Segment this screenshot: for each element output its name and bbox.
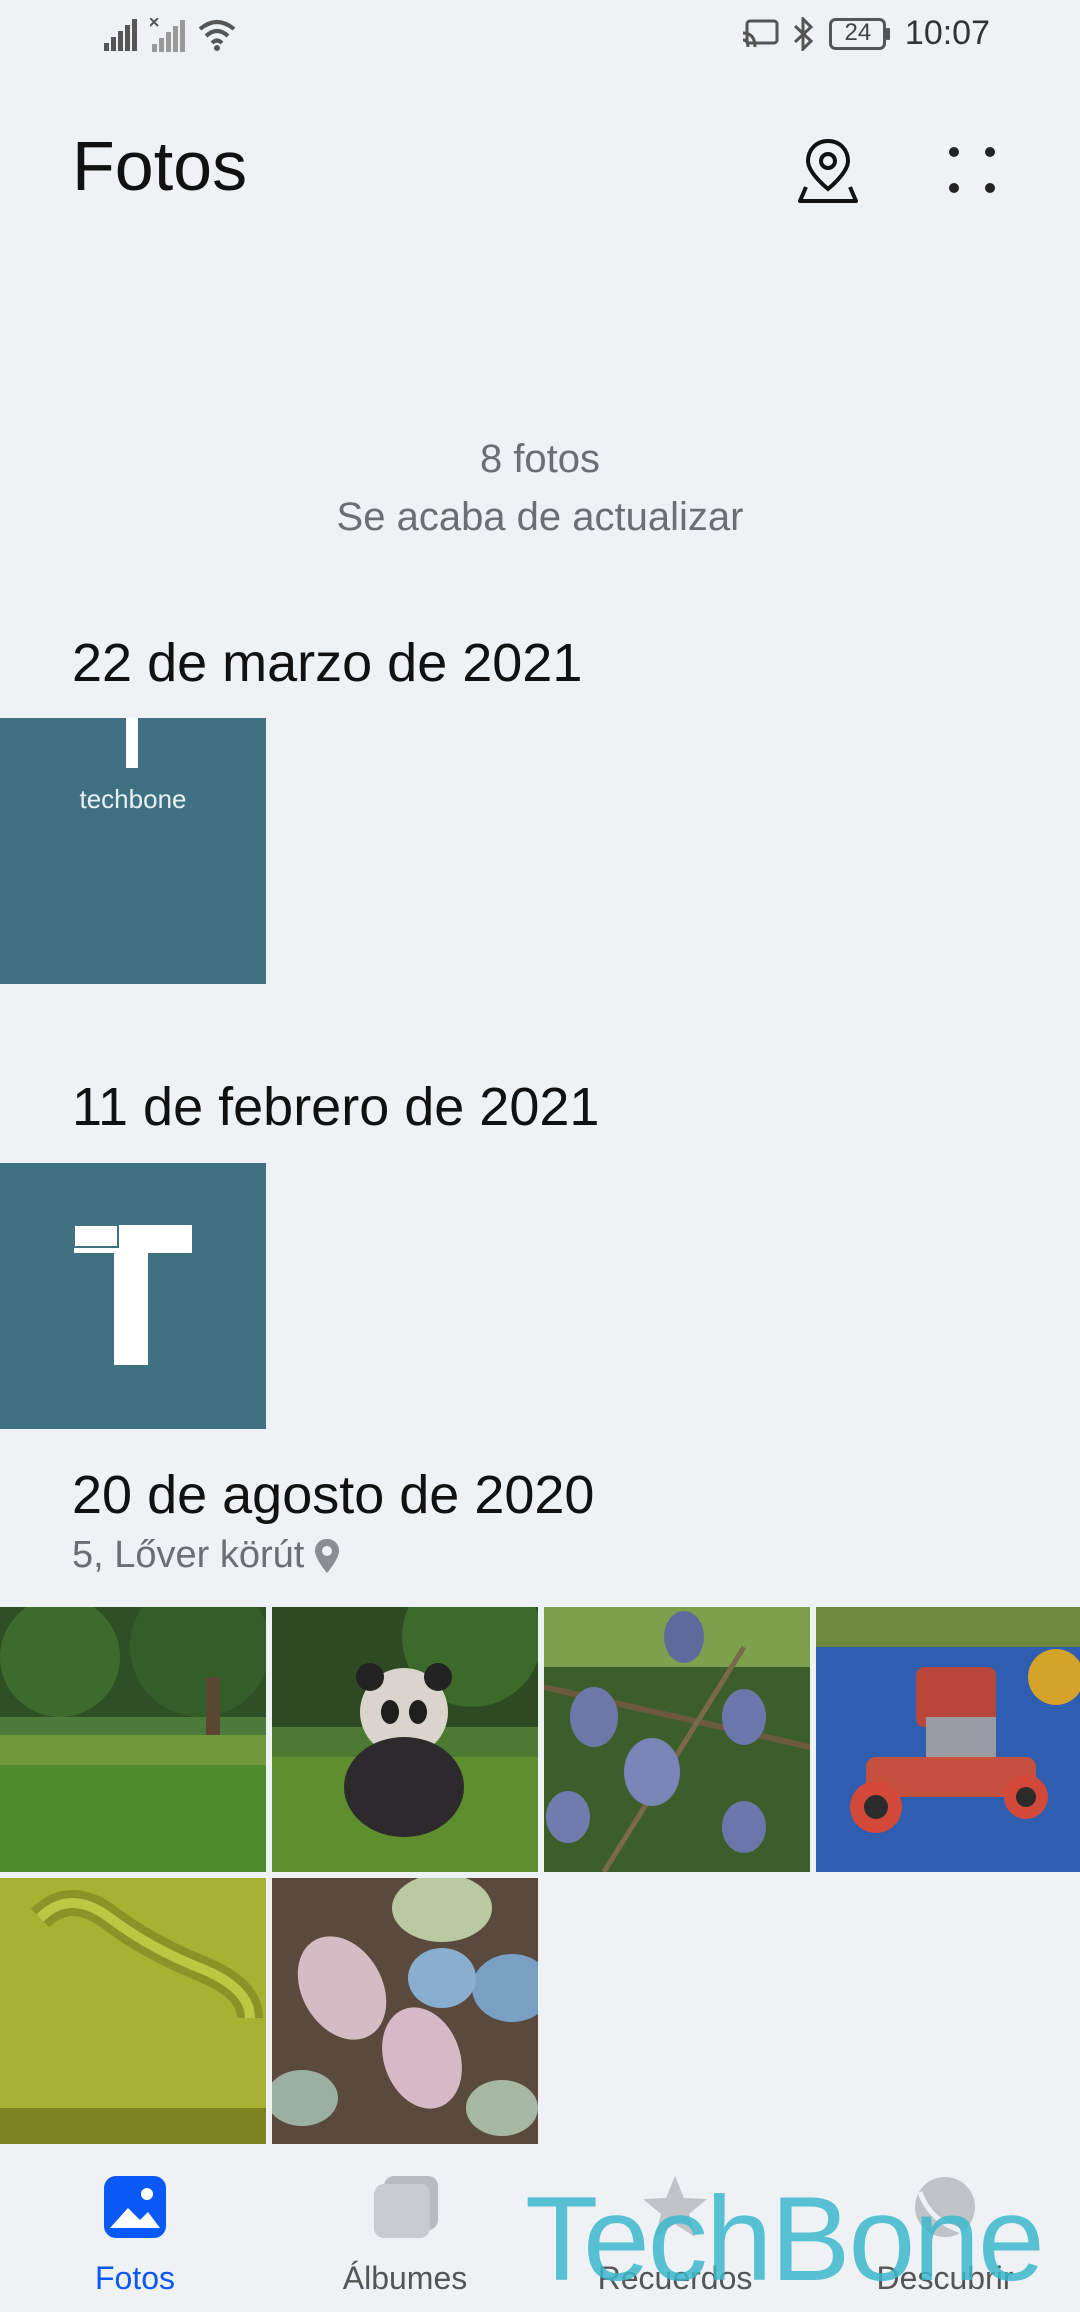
more-dots-icon xyxy=(949,147,995,193)
status-bar: 24 10:07 xyxy=(0,0,1080,80)
bottom-navigation: Fotos Álbumes Recuerdos Descubrir xyxy=(0,2148,1080,2312)
photo-thumbnail[interactable] xyxy=(272,1607,538,1872)
photo-thumbnail[interactable] xyxy=(544,1607,810,1872)
location-text: 5, Lőver körút xyxy=(72,1534,305,1576)
thumbnail-caption: techbone xyxy=(79,784,187,814)
photo-count: 8 fotos xyxy=(479,437,601,481)
tab-label: Fotos xyxy=(94,2260,176,2296)
sync-status: Se acaba de actualizar xyxy=(336,495,744,539)
battery-level: 24 xyxy=(844,18,872,46)
tab-albumes[interactable]: Álbumes xyxy=(270,2148,540,2312)
location-marker-icon xyxy=(315,1538,340,1573)
page-title: Fotos xyxy=(72,127,248,205)
tab-label: Descubrir xyxy=(876,2260,1014,2296)
tab-descubrir[interactable]: Descubrir xyxy=(810,2148,1080,2312)
battery-icon: 24 xyxy=(828,17,891,50)
app-header: Fotos xyxy=(0,100,1080,240)
cast-icon xyxy=(742,19,779,49)
section-location: 5, Lőver körút xyxy=(72,1534,342,1577)
albums-icon xyxy=(374,2176,438,2238)
wifi-icon xyxy=(198,19,236,51)
map-button[interactable] xyxy=(788,130,868,210)
photo-thumbnail[interactable] xyxy=(816,1607,1080,1872)
tab-fotos[interactable]: Fotos xyxy=(0,2148,270,2312)
signal-no-sim-icon xyxy=(150,18,186,52)
photo-thumbnail[interactable]: techbone xyxy=(0,718,266,984)
photo-thumbnail[interactable] xyxy=(0,1163,266,1429)
location-pin-icon xyxy=(798,138,858,203)
tab-label: Recuerdos xyxy=(597,2260,753,2296)
signal-icon xyxy=(104,19,138,51)
section-date: 22 de marzo de 2021 xyxy=(72,633,583,693)
clock: 10:07 xyxy=(904,14,990,52)
tab-recuerdos[interactable]: Recuerdos xyxy=(540,2148,810,2312)
photos-icon xyxy=(104,2176,166,2238)
section-date: 20 de agosto de 2020 xyxy=(72,1465,595,1525)
photo-thumbnail[interactable] xyxy=(0,1607,266,1872)
memories-star-icon xyxy=(643,2176,707,2237)
bluetooth-icon xyxy=(793,16,815,51)
discover-icon xyxy=(915,2177,975,2237)
section-date: 11 de febrero de 2021 xyxy=(72,1077,600,1137)
photo-thumbnail[interactable] xyxy=(272,1878,538,2144)
photo-thumbnail[interactable] xyxy=(0,1878,266,2144)
more-options-button[interactable] xyxy=(932,130,1012,210)
photo-summary: 8 fotos Se acaba de actualizar xyxy=(0,430,1080,546)
tab-label: Álbumes xyxy=(342,2260,468,2296)
